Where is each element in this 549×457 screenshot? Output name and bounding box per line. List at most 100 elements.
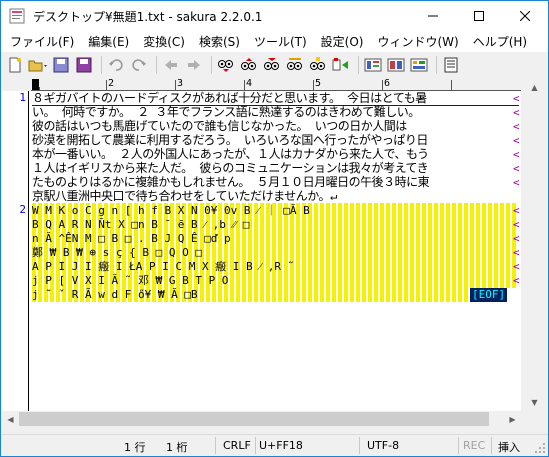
redo-icon[interactable] xyxy=(129,55,149,75)
garbled-line: W M K o C g n [ h f B X N 0¥ 0v B ⁄ ｜ □Ă… xyxy=(32,203,518,218)
open-folder-icon[interactable] xyxy=(28,55,48,75)
find-prev-icon[interactable] xyxy=(216,55,236,75)
column-ruler: 1 2 3 4 5 6 xyxy=(2,78,521,91)
window-title: デスクトップ¥無題1.txt - sakura 2.2.0.1 xyxy=(33,9,263,24)
save-all-icon[interactable] xyxy=(74,55,94,75)
scroll-down-icon[interactable]: ▼ xyxy=(521,394,548,411)
menu-tools[interactable]: ツール(T) xyxy=(247,33,314,50)
text-line: ８ギガバイトのハードディスクがあれば十分だと思います。 今日はとても暑 xyxy=(32,91,427,105)
ruler-tick xyxy=(106,80,107,91)
garbled-line: j ˜ ˇ R Ã w d F ő¥ ₩ Ă □B xyxy=(32,287,468,302)
title-bar[interactable]: デスクトップ¥無題1.txt - sakura 2.2.0.1 xyxy=(1,1,548,31)
outline-icon[interactable] xyxy=(363,55,383,75)
scroll-right-icon[interactable]: ▶ xyxy=(504,411,521,427)
status-separator xyxy=(359,437,360,454)
text-line: たものよりはるかに複雑かもしれません。 ５月１０日月曜日の午後３時に東 xyxy=(32,175,430,189)
toolbar xyxy=(1,52,548,77)
text-line: 砂漠を開拓して農業に利用するだろう。 いろいろな国へ行ったがやっぱり日 xyxy=(32,133,428,147)
save-icon[interactable] xyxy=(51,55,71,75)
status-encoding[interactable]: UTF-8 xyxy=(367,439,399,452)
eof-marker: [EOF] xyxy=(470,288,508,302)
ruler-tick xyxy=(451,80,452,91)
toolbar-separator xyxy=(436,55,437,74)
ruler-tick xyxy=(175,80,176,91)
text-area[interactable]: ８ギガバイトのハードディスクがあれば十分だと思います。 今日はとても暑 い。 何… xyxy=(32,91,519,411)
garbled-line: j P [ V X I Ă ˜ 邓 ₩ G B T P O xyxy=(32,273,518,288)
wrap-marker: < xyxy=(513,176,519,189)
status-bar: 1 行 1 桁 CRLF U+FF18 UTF-8 REC 挿入 xyxy=(1,434,548,456)
find-next-icon[interactable] xyxy=(239,55,259,75)
ruler-tick xyxy=(382,80,383,91)
toolbar-separator xyxy=(211,55,212,74)
jump-forward-icon[interactable] xyxy=(184,55,204,75)
toolbar-separator xyxy=(156,55,157,74)
minimize-button[interactable] xyxy=(410,1,456,31)
wrap-marker: < xyxy=(513,218,519,231)
status-separator xyxy=(215,437,216,454)
close-button[interactable] xyxy=(502,1,548,31)
text-editor[interactable]: 1 2 ８ギガバイトのハードディスクがあれば十分だと思います。 今日はとても暑 … xyxy=(2,91,521,411)
wrap-marker: < xyxy=(513,162,519,175)
status-row: 1 行 xyxy=(124,441,146,454)
status-separator xyxy=(458,437,459,454)
scroll-left-icon[interactable]: ◀ xyxy=(2,411,19,427)
common-settings-icon[interactable] xyxy=(441,55,461,75)
line-number: 2 xyxy=(19,203,26,216)
text-line: 彼の話はいつも馬鹿げていたので誰も信じなかった。 いつの日か人間は xyxy=(32,119,407,133)
horizontal-scroll-thumb[interactable] xyxy=(19,412,489,426)
text-line: い。 何時ですか。 ２ ３年でフランス語に熟達するのはきわめて難しい。 xyxy=(32,105,420,119)
menu-edit[interactable]: 編集(E) xyxy=(81,33,136,50)
ruler-number: 4 xyxy=(246,78,253,89)
status-insert-mode[interactable]: 挿入 xyxy=(498,439,520,455)
find-icon[interactable] xyxy=(262,55,282,75)
garbled-line: B Q A R N Ñt X □n B ¯ ē B ⁄ ,b ⁄⁄ □ xyxy=(32,217,518,232)
wrap-marker: < xyxy=(513,148,519,161)
wrap-marker: < xyxy=(513,134,519,147)
garbled-line: 鄭 ₩ B ₩ ⊕ s ç { B □ Q O □ xyxy=(32,245,518,260)
replace-icon[interactable] xyxy=(285,55,305,75)
menu-convert[interactable]: 変換(C) xyxy=(136,33,192,50)
status-separator xyxy=(491,437,492,454)
status-separator xyxy=(255,437,256,454)
ruler-number: 5 xyxy=(315,78,322,89)
ruler-number: 2 xyxy=(108,78,115,89)
status-eol[interactable]: CRLF xyxy=(223,439,251,452)
scroll-up-icon[interactable]: ▲ xyxy=(521,79,548,96)
sakura-app-icon xyxy=(9,8,25,24)
menu-file[interactable]: ファイル(F) xyxy=(3,33,81,50)
maximize-button[interactable] xyxy=(456,1,502,31)
compare-icon[interactable] xyxy=(386,55,406,75)
menu-window[interactable]: ウィンドウ(W) xyxy=(370,33,465,50)
wrap-marker: < xyxy=(513,260,519,273)
text-line: 京駅八重洲中央口で待ち合わせをしていただけませんか。↵ xyxy=(32,189,337,203)
wrap-marker: < xyxy=(513,92,519,105)
garbled-line: A P I J I 瘢 I ŁA P I C M X 瘢 I B ⁄ ,R ˜ xyxy=(32,259,518,274)
wrap-marker: < xyxy=(513,106,519,119)
minimize-icon xyxy=(428,15,438,17)
line-number: 1 xyxy=(19,91,26,104)
status-codepoint: U+FF18 xyxy=(259,439,303,452)
vertical-scrollbar[interactable]: ▲ ▼ xyxy=(521,79,548,417)
ruler-tick xyxy=(313,80,314,91)
ruler-tick xyxy=(244,80,245,91)
wrap-marker: < xyxy=(513,120,519,133)
status-rec: REC xyxy=(463,439,486,452)
undo-icon[interactable] xyxy=(106,55,126,75)
new-file-icon[interactable] xyxy=(5,55,25,75)
ruler-number: 3 xyxy=(177,78,184,89)
maximize-icon xyxy=(474,11,484,21)
horizontal-scrollbar[interactable]: ◀ ▶ xyxy=(2,411,521,427)
close-icon xyxy=(520,11,530,21)
menu-settings[interactable]: 設定(O) xyxy=(314,33,371,50)
settings-icon[interactable] xyxy=(409,55,429,75)
bookmark-icon[interactable] xyxy=(308,55,328,75)
grep-icon[interactable] xyxy=(331,55,351,75)
wrap-marker: < xyxy=(513,274,519,287)
menu-help[interactable]: ヘルプ(H) xyxy=(466,33,534,50)
text-line: 本が一番いい。 ２人の外国人にあったが、１人はカナダから来た人で、もう xyxy=(32,147,429,161)
menu-search[interactable]: 検索(S) xyxy=(192,33,247,50)
toolbar-separator xyxy=(101,55,102,74)
ruler-number: 1 xyxy=(33,78,40,89)
resize-grip-icon[interactable] xyxy=(534,442,546,454)
jump-back-icon[interactable] xyxy=(161,55,181,75)
